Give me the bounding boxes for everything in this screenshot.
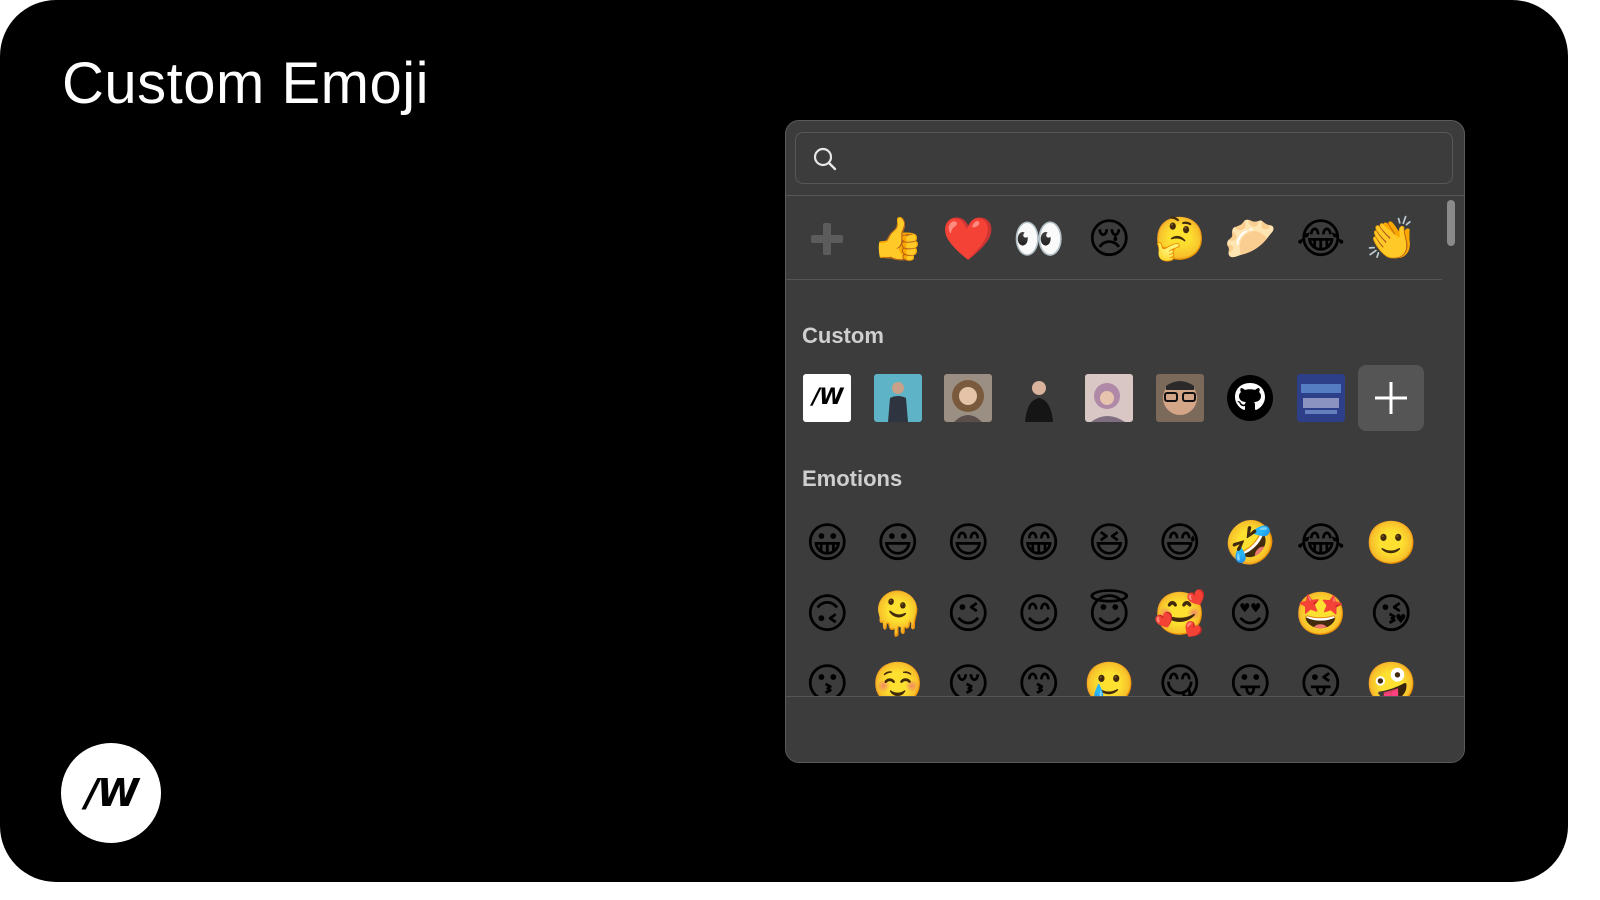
emoji[interactable]: 😁	[1004, 511, 1075, 575]
emoji[interactable]: 😘	[1356, 582, 1427, 646]
slide-frame: Custom Emoji 👍 ❤️ 👀 �	[0, 0, 1568, 882]
custom-emoji-person-presenter[interactable]	[863, 366, 934, 430]
search-input[interactable]	[848, 133, 1442, 185]
add-recent-button[interactable]	[792, 207, 863, 271]
emoji[interactable]: 🥰	[1145, 582, 1216, 646]
person-curly-hair-image	[944, 374, 993, 422]
page-title: Custom Emoji	[62, 51, 429, 116]
brand-logo-text: /W	[85, 771, 139, 815]
emoji[interactable]: 😋	[1145, 652, 1216, 697]
recent-emoji[interactable]: 👀	[1004, 207, 1075, 271]
custom-emoji-person-standing[interactable]	[1004, 366, 1075, 430]
emotions-row: 🙃 🫠 😉 😊 😇 🥰 😍 🤩 😘	[792, 582, 1427, 646]
emoji[interactable]: 😇	[1074, 582, 1145, 646]
emoji[interactable]: 🙂	[1356, 511, 1427, 575]
emoji[interactable]: 🫠	[863, 582, 934, 646]
emoji[interactable]: 😗	[792, 652, 863, 697]
recent-emoji-row: 👍 ❤️ 👀 😢 🤔 🥟 😂 👏	[792, 207, 1427, 271]
section-title-emotions: Emotions	[802, 466, 903, 491]
person-glasses-image	[1155, 374, 1204, 422]
emoji-scroll-area[interactable]: 👍 ❤️ 👀 😢 🤔 🥟 😂 👏 Custom /W Emotions 😀 😃 …	[786, 195, 1442, 696]
plus-icon	[811, 223, 844, 255]
custom-emoji-github-logo[interactable]	[1215, 366, 1286, 430]
emoji[interactable]: 😂	[1286, 511, 1357, 575]
thank-you-image	[1296, 374, 1345, 422]
custom-emoji-w-logo[interactable]: /W	[792, 366, 863, 430]
person-standing-image	[1014, 374, 1063, 422]
picker-footer	[786, 697, 1464, 762]
emoji[interactable]: 😃	[863, 511, 934, 575]
emoji[interactable]: 😙	[1004, 652, 1075, 697]
emoji-picker: 👍 ❤️ 👀 😢 🤔 🥟 😂 👏 Custom /W Emotions 😀 😃 …	[785, 120, 1465, 763]
recent-emoji[interactable]: 🤔	[1145, 207, 1216, 271]
emoji[interactable]: 😍	[1215, 582, 1286, 646]
custom-emoji-thank-you[interactable]	[1286, 366, 1357, 430]
person-pink-hair-image	[1085, 374, 1134, 422]
custom-emoji-person-pink-hair[interactable]	[1074, 366, 1145, 430]
search-icon	[813, 147, 837, 171]
recent-emoji[interactable]: 🥟	[1215, 207, 1286, 271]
recent-emoji[interactable]: 😢	[1074, 207, 1145, 271]
emoji[interactable]: 🤩	[1286, 582, 1357, 646]
add-custom-emoji-button[interactable]	[1356, 365, 1427, 431]
search-box[interactable]	[795, 132, 1453, 185]
emoji[interactable]: 😜	[1286, 652, 1357, 697]
emoji[interactable]: 😅	[1145, 511, 1216, 575]
emoji[interactable]: 😀	[792, 511, 863, 575]
brand-logo: /W	[61, 743, 161, 843]
w-logo-label: /W	[812, 385, 843, 410]
plus-icon	[1375, 382, 1408, 414]
emoji[interactable]: ☺️	[863, 652, 934, 697]
github-icon	[1227, 375, 1274, 421]
emoji[interactable]: 🤪	[1356, 652, 1427, 697]
person-presenter-image	[873, 374, 922, 422]
emoji[interactable]: 🤣	[1215, 511, 1286, 575]
scrollbar-thumb[interactable]	[1447, 200, 1455, 246]
emoji[interactable]: 😚	[933, 652, 1004, 697]
recent-divider	[786, 279, 1442, 280]
custom-emoji-person-curly-hair[interactable]	[933, 366, 1004, 430]
emoji[interactable]: 🥲	[1074, 652, 1145, 697]
emoji[interactable]: 😊	[1004, 582, 1075, 646]
recent-emoji[interactable]: 👍	[863, 207, 934, 271]
emoji[interactable]: 🙃	[792, 582, 863, 646]
emoji[interactable]: 😆	[1074, 511, 1145, 575]
emoji[interactable]: 😄	[933, 511, 1004, 575]
emotions-row: 😗 ☺️ 😚 😙 🥲 😋 😛 😜 🤪	[792, 652, 1427, 697]
emoji[interactable]: 😉	[933, 582, 1004, 646]
recent-emoji[interactable]: 👏	[1356, 207, 1427, 271]
custom-emoji-person-glasses[interactable]	[1145, 366, 1216, 430]
emotions-row: 😀 😃 😄 😁 😆 😅 🤣 😂 🙂	[792, 511, 1427, 575]
recent-emoji[interactable]: 😂	[1286, 207, 1357, 271]
custom-emoji-row: /W	[792, 365, 1427, 431]
emoji[interactable]: 😛	[1215, 652, 1286, 697]
section-title-custom: Custom	[802, 323, 884, 348]
recent-emoji[interactable]: ❤️	[933, 207, 1004, 271]
